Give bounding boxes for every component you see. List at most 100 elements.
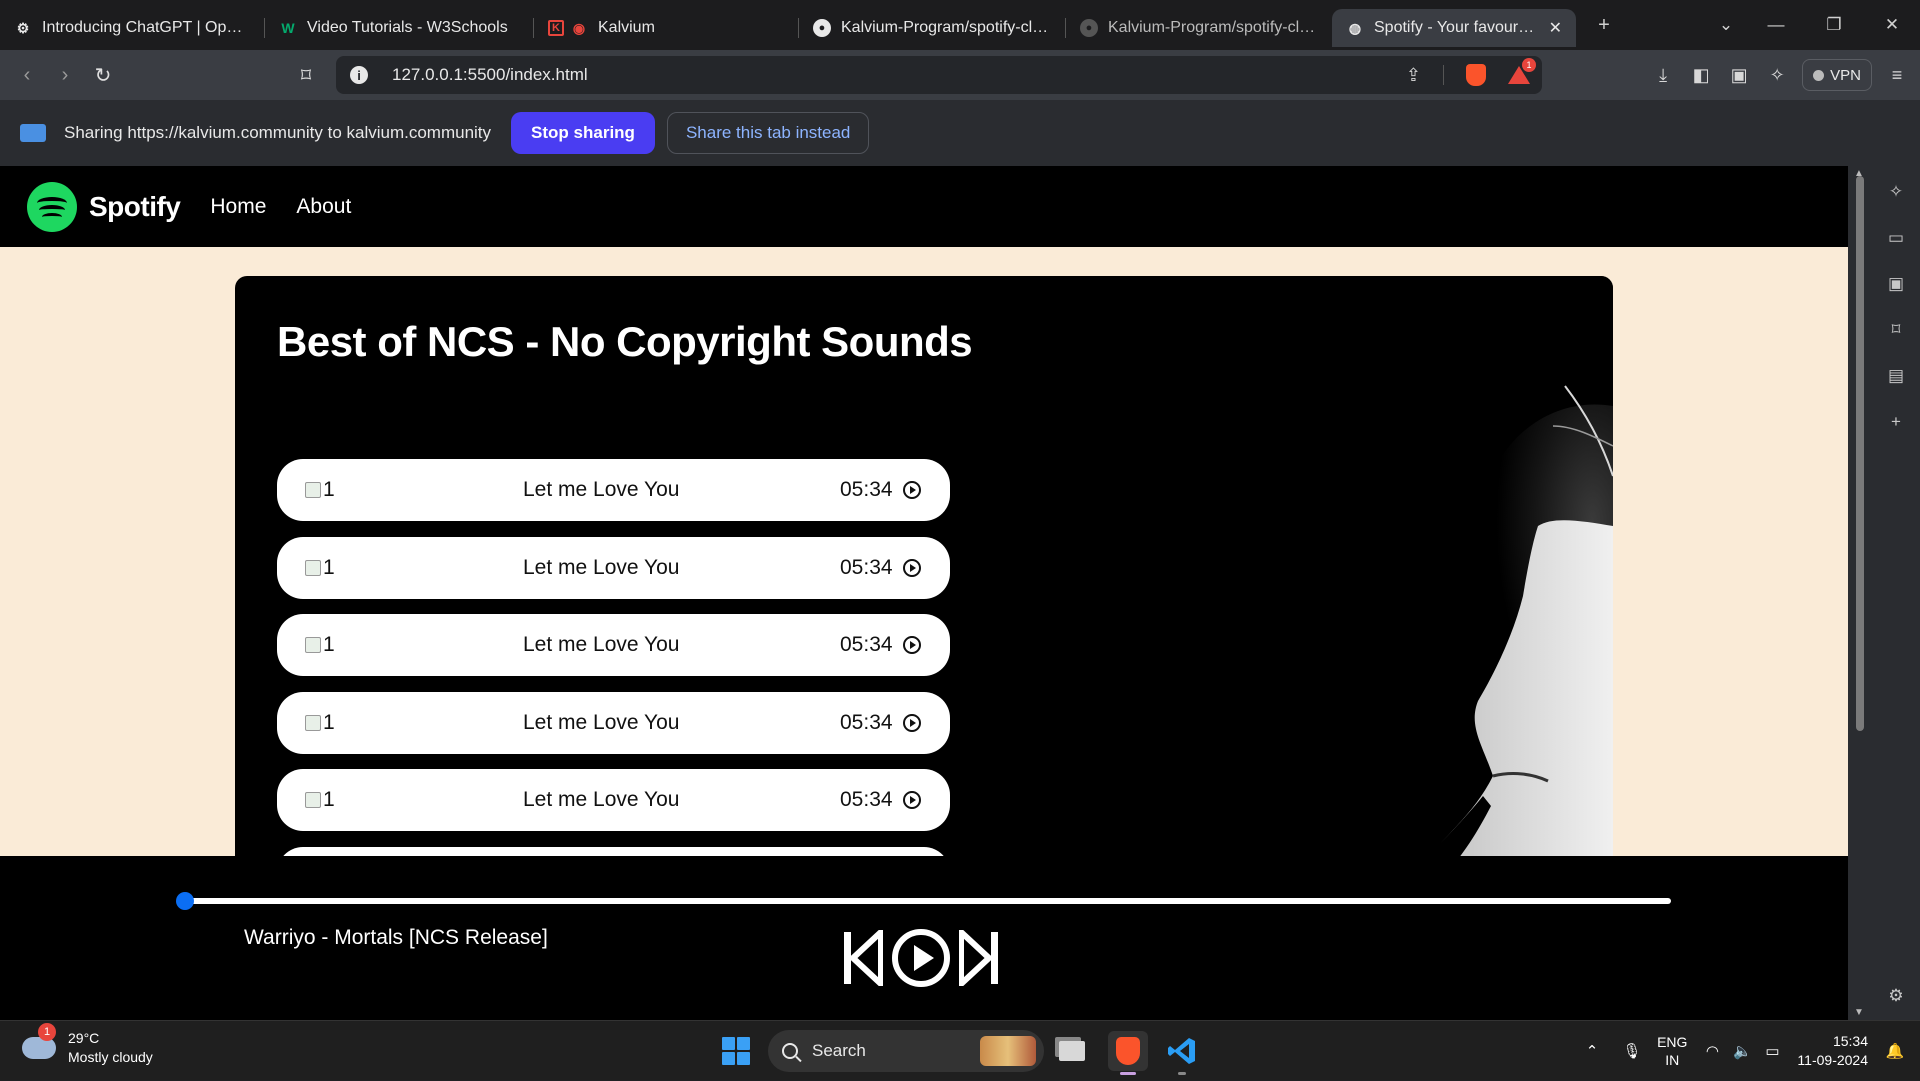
- menu-icon[interactable]: ≡: [1878, 56, 1916, 94]
- previous-track-icon[interactable]: [843, 930, 883, 986]
- page-scrollbar[interactable]: ▲ ▼: [1848, 166, 1872, 1020]
- kalvium-icon: K: [548, 20, 564, 36]
- windows-start-icon[interactable]: [722, 1037, 750, 1065]
- tab-title: Kalvium-Program/spotify-clone: [1108, 19, 1318, 36]
- reload-button[interactable]: ↻: [84, 56, 122, 94]
- browser-tab[interactable]: ⚙ Introducing ChatGPT | OpenAI: [0, 9, 264, 47]
- language-code: ENG: [1657, 1034, 1688, 1050]
- song-item[interactable]: 1 Let me Love You 05:34: [277, 769, 950, 831]
- github-icon: ●: [1080, 19, 1098, 37]
- microphone-icon[interactable]: 🎙: [1617, 1042, 1647, 1060]
- screen-sharing-bar: Sharing https://kalvium.community to kal…: [0, 100, 1920, 166]
- next-track-icon[interactable]: [959, 930, 999, 986]
- sidebar-toggle-icon[interactable]: ◧: [1682, 56, 1720, 94]
- player-controls: [843, 928, 999, 988]
- image-alt-text: 1: [323, 633, 335, 656]
- tab-title: Kalvium-Program/spotify-clone: [841, 19, 1051, 36]
- taskbar-search[interactable]: Search: [768, 1030, 1044, 1072]
- wifi-icon[interactable]: ◠: [1697, 1042, 1727, 1060]
- browser-tab-active[interactable]: ◍ Spotify - Your favourite music ✕: [1332, 9, 1576, 47]
- sharing-message: Sharing https://kalvium.community to kal…: [64, 123, 492, 142]
- brand-name[interactable]: Spotify: [89, 191, 181, 223]
- song-item[interactable]: 1 Let me Love You 05:34: [277, 614, 950, 676]
- weather-description: Mostly cloudy: [68, 1049, 153, 1065]
- browser-tab[interactable]: ● Kalvium-Program/spotify-clone: [1066, 9, 1332, 47]
- vpn-status-icon: [1813, 69, 1825, 81]
- volume-icon[interactable]: 🔈: [1727, 1042, 1757, 1060]
- play-circle-icon[interactable]: [903, 791, 921, 809]
- player-bar: Warriyo - Mortals [NCS Release]: [0, 856, 1848, 1020]
- add-panel-icon[interactable]: +: [1882, 408, 1910, 436]
- nav-link-about[interactable]: About: [296, 195, 351, 219]
- new-tab-button[interactable]: +: [1582, 5, 1626, 45]
- song-item[interactable]: 1 Let me Love You 05:34: [277, 459, 950, 521]
- wallet-icon[interactable]: ▣: [1720, 56, 1758, 94]
- brave-browser-icon[interactable]: [1108, 1031, 1148, 1075]
- settings-gear-icon[interactable]: ⚙: [1882, 982, 1910, 1010]
- weather-widget[interactable]: 1 29°C Mostly cloudy: [22, 1023, 153, 1067]
- song-item[interactable]: 1 Let me Love You 05:34: [277, 692, 950, 754]
- play-circle-icon[interactable]: [903, 714, 921, 732]
- leo-ai-icon[interactable]: ✧: [1882, 178, 1910, 206]
- wallet-icon[interactable]: ▣: [1882, 270, 1910, 298]
- play-circle-icon[interactable]: [903, 559, 921, 577]
- minimize-button[interactable]: —: [1748, 0, 1804, 50]
- browser-tab[interactable]: W Video Tutorials - W3Schools: [265, 9, 533, 47]
- progress-bar[interactable]: [176, 892, 1671, 910]
- tab-title: Video Tutorials - W3Schools: [307, 19, 508, 36]
- brave-shields-icon[interactable]: [1466, 64, 1486, 86]
- vscode-icon[interactable]: [1162, 1031, 1202, 1075]
- song-cover-image: 1: [305, 711, 335, 735]
- weather-badge: 1: [38, 1023, 56, 1041]
- tab-title: Introducing ChatGPT | OpenAI: [42, 19, 250, 36]
- image-alt-text: 1: [323, 478, 335, 501]
- bookmark-icon[interactable]: ⌑: [287, 56, 325, 94]
- browser-tab[interactable]: ● Kalvium-Program/spotify-clone: [799, 9, 1065, 47]
- battery-icon[interactable]: ▭: [1757, 1042, 1787, 1060]
- song-name: Let me Love You: [523, 633, 680, 656]
- site-info-icon[interactable]: i: [350, 66, 368, 84]
- share-icon[interactable]: ⇪: [1406, 65, 1421, 86]
- song-duration: 05:34: [840, 633, 893, 656]
- close-window-button[interactable]: ✕: [1864, 0, 1920, 50]
- song-item[interactable]: 1 Let me Love You 05:34: [277, 537, 950, 599]
- notification-bell-icon[interactable]: 🔔: [1880, 1042, 1910, 1060]
- brave-talk-icon[interactable]: ▭: [1882, 224, 1910, 252]
- song-name: Let me Love You: [523, 788, 680, 811]
- leo-ai-icon[interactable]: ✧: [1758, 56, 1796, 94]
- task-view-icon[interactable]: [1052, 1031, 1092, 1071]
- scroll-thumb[interactable]: [1856, 176, 1864, 731]
- browser-tab[interactable]: K ◉ Kalvium: [534, 9, 798, 47]
- play-circle-icon[interactable]: [903, 481, 921, 499]
- back-button[interactable]: ‹: [8, 56, 46, 94]
- share-this-tab-button[interactable]: Share this tab instead: [666, 112, 870, 154]
- clock-time: 15:34: [1832, 1033, 1868, 1049]
- bookmarks-icon[interactable]: ⌑: [1882, 316, 1910, 344]
- separator: [1443, 65, 1444, 85]
- tab-strip: ⚙ Introducing ChatGPT | OpenAI W Video T…: [0, 0, 1920, 50]
- progress-knob[interactable]: [176, 892, 194, 910]
- vpn-button[interactable]: VPN: [1802, 59, 1872, 91]
- play-circle-icon[interactable]: [903, 636, 921, 654]
- stop-sharing-button[interactable]: Stop sharing: [511, 112, 655, 154]
- restore-button[interactable]: ❐: [1806, 0, 1862, 50]
- brave-rewards-icon[interactable]: 1: [1508, 58, 1536, 86]
- show-hidden-icons-chevron-icon[interactable]: ⌃: [1577, 1042, 1607, 1060]
- close-tab-icon[interactable]: ✕: [1549, 18, 1562, 38]
- forward-button[interactable]: ›: [46, 56, 84, 94]
- play-icon[interactable]: [891, 928, 951, 988]
- spotify-logo-icon[interactable]: [27, 181, 77, 232]
- scroll-down-icon[interactable]: ▼: [1854, 1007, 1864, 1018]
- background-portrait-image: [1193, 276, 1613, 876]
- image-alt-text: 1: [323, 556, 335, 579]
- language-indicator[interactable]: ENG IN: [1657, 1033, 1687, 1069]
- recording-icon: ◉: [572, 19, 586, 36]
- downloads-icon[interactable]: ⤓: [1644, 56, 1682, 94]
- nav-link-home[interactable]: Home: [210, 195, 266, 219]
- cloud-icon: 1: [22, 1023, 56, 1059]
- openai-icon: ⚙: [16, 19, 30, 36]
- address-bar[interactable]: i 127.0.0.1:5500/index.html ⇪ 1: [336, 56, 1542, 94]
- tab-search-chevron-icon[interactable]: ⌄: [1698, 0, 1754, 50]
- clock[interactable]: 15:34 11-09-2024: [1797, 1032, 1868, 1070]
- reading-list-icon[interactable]: ▤: [1882, 362, 1910, 390]
